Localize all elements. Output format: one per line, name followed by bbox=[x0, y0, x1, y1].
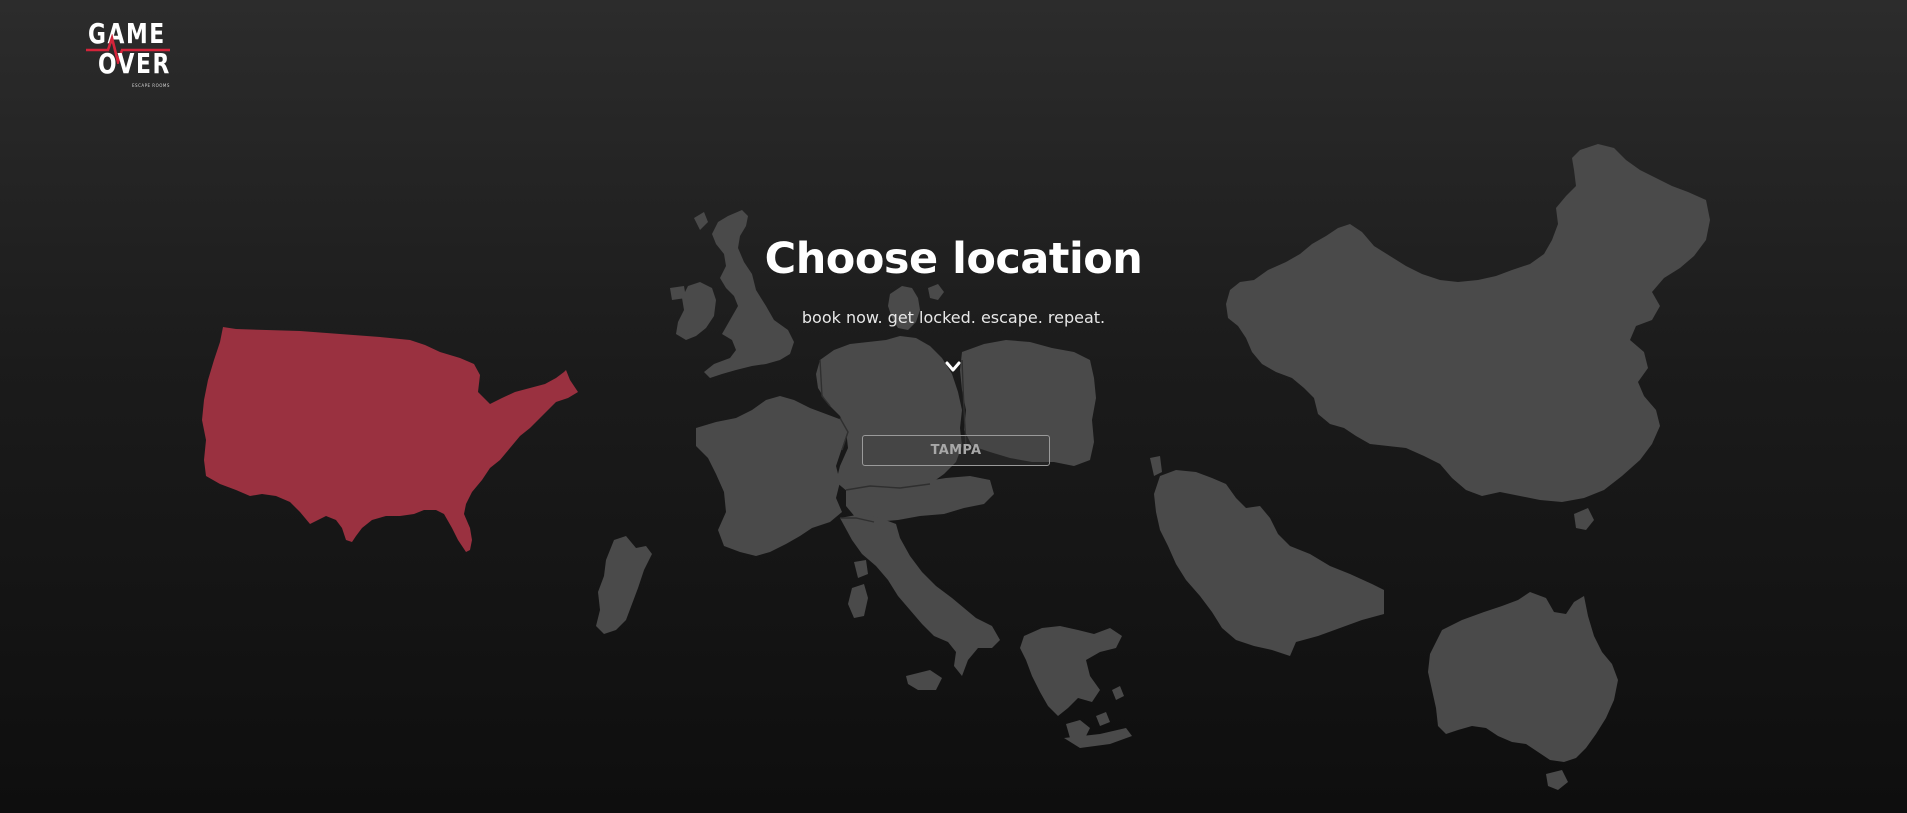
chevron-down-icon[interactable] bbox=[943, 357, 963, 377]
map-region-france[interactable] bbox=[696, 396, 848, 556]
page-title: Choose location bbox=[764, 234, 1143, 284]
location-select-value: TAMPA bbox=[930, 443, 982, 458]
map-region-usa[interactable] bbox=[202, 327, 578, 552]
page-subtitle: book now. get locked. escape. repeat. bbox=[801, 308, 1106, 327]
map-region-greece[interactable] bbox=[1020, 626, 1122, 716]
logo-tagline: ESCAPE ROOMS bbox=[132, 83, 170, 88]
map-region-spain[interactable] bbox=[596, 536, 652, 634]
world-map bbox=[202, 144, 1710, 790]
logo-text-over: OVER bbox=[98, 47, 171, 80]
location-select[interactable]: TAMPA bbox=[862, 435, 1050, 466]
map-region-australia[interactable] bbox=[1428, 592, 1618, 762]
map-region-saudi-arabia[interactable] bbox=[1154, 470, 1384, 656]
game-over-logo[interactable]: GAME OVER ESCAPE ROOMS bbox=[86, 20, 170, 92]
